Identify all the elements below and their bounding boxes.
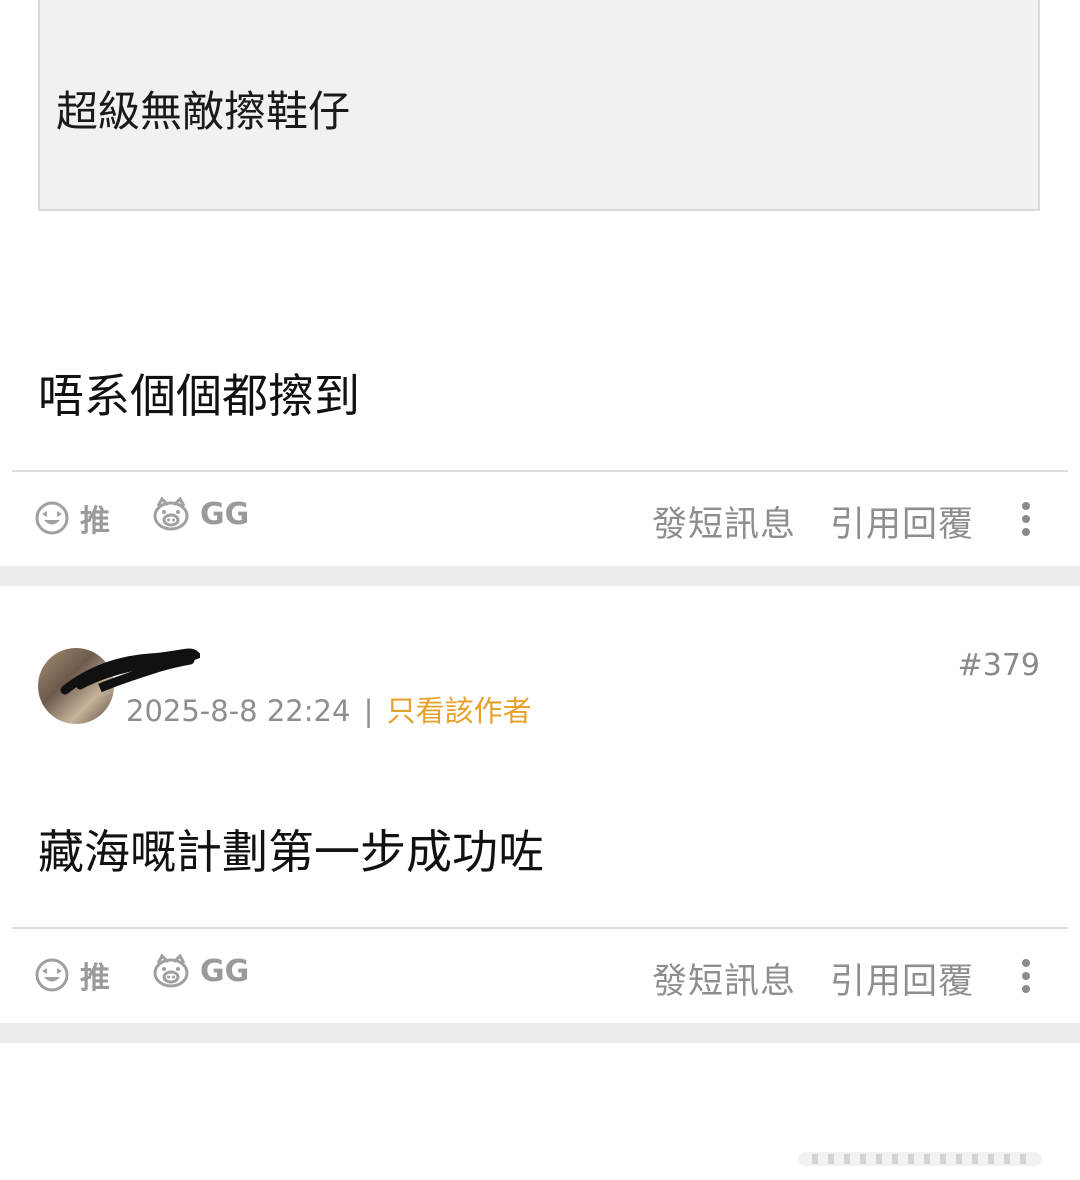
quote-reply-button[interactable]: 引用回覆 [830, 496, 974, 547]
gg-label: GG [200, 496, 250, 532]
divider [12, 927, 1068, 929]
gg-label: GG [200, 953, 250, 989]
post-date: 2025-8-8 22:24 [126, 694, 351, 728]
only-author-link[interactable]: 只看該作者 [387, 694, 532, 728]
send-message-button[interactable]: 發短訊息 [652, 496, 796, 547]
push-label: 推 [80, 504, 110, 539]
post-meta: 2025-8-8 22:24 | 只看該作者 [126, 688, 532, 730]
push-button[interactable]: 推 [34, 496, 110, 540]
gg-button[interactable]: GG [152, 496, 249, 532]
post-separator-band [0, 1023, 1080, 1043]
push-label: 推 [80, 961, 110, 996]
post-number[interactable]: #379 [958, 648, 1040, 683]
quote-text: 超級無敵擦鞋仔 [56, 87, 351, 136]
meta-separator: | [363, 694, 374, 728]
more-vertical-icon[interactable] [1022, 959, 1030, 993]
post-body: 藏海嘅計劃第一步成功咗 [38, 825, 544, 879]
smile-face-icon [35, 958, 69, 992]
pig-face-icon [153, 496, 189, 531]
more-vertical-icon[interactable] [1022, 502, 1030, 536]
quote-reply-button[interactable]: 引用回覆 [830, 953, 974, 1004]
push-button[interactable]: 推 [34, 953, 110, 997]
divider [12, 470, 1068, 472]
post-separator-band [0, 566, 1080, 586]
smile-face-icon [35, 501, 69, 535]
post-action-bar: 推 GG 發短訊息 引用回覆 [0, 931, 1080, 1023]
post-body: 唔系個個都擦到 [38, 369, 360, 423]
gg-button[interactable]: GG [152, 953, 249, 989]
pig-face-icon [153, 953, 189, 988]
post-action-bar: 推 GG 發短訊息 引用回覆 [0, 474, 1080, 566]
quote-box: 超級無敵擦鞋仔 [38, 0, 1040, 211]
watermark [798, 1152, 1042, 1166]
send-message-button[interactable]: 發短訊息 [652, 953, 796, 1004]
